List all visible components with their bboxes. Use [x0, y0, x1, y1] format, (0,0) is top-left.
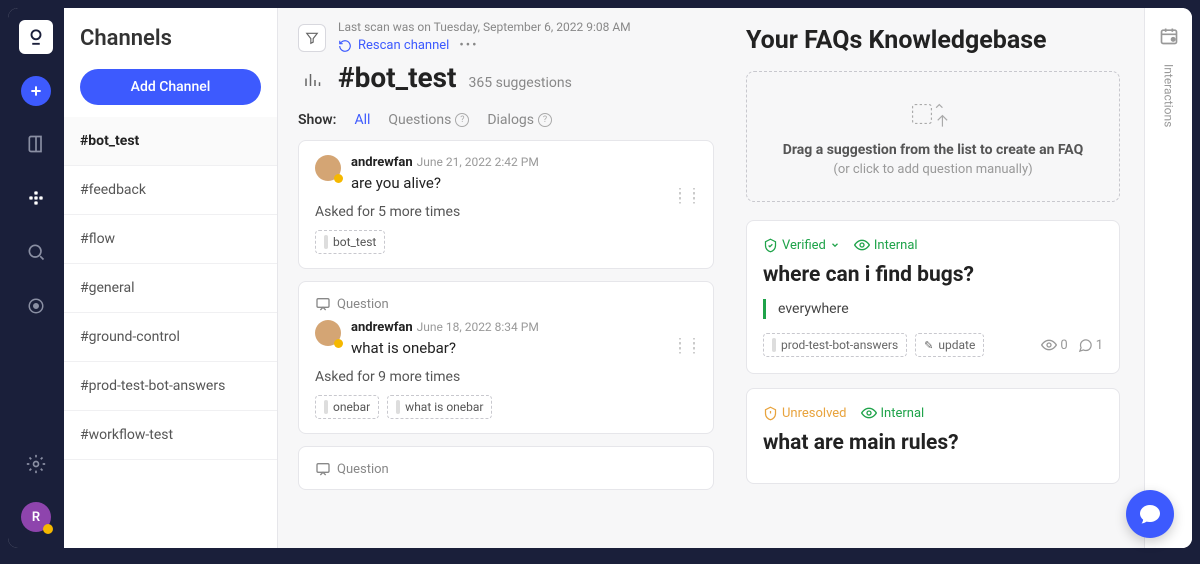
- user-avatar[interactable]: R: [21, 502, 51, 532]
- filter-row: Show: All Questions? Dialogs?: [298, 112, 714, 128]
- faq-channel-chip[interactable]: prod-test-bot-answers: [763, 333, 907, 357]
- add-channel-button[interactable]: Add Channel: [80, 69, 261, 105]
- add-icon[interactable]: [21, 76, 51, 106]
- asked-count: Asked for 5 more times: [315, 204, 697, 220]
- author-avatar: [315, 155, 341, 181]
- channel-item-prod-test[interactable]: #prod-test-bot-answers: [64, 362, 277, 411]
- internal-badge: Internal: [854, 237, 918, 253]
- card-type-label: Question: [315, 296, 697, 312]
- dropzone-icon: [765, 96, 1101, 132]
- calendar-icon[interactable]: [1159, 26, 1179, 46]
- post-message: what is onebar?: [351, 339, 697, 357]
- faq-card[interactable]: Verified Internal where can i find bugs?…: [746, 220, 1120, 374]
- rescan-link[interactable]: Rescan channel •••: [338, 38, 714, 53]
- suggestion-count: 365 suggestions: [469, 75, 572, 91]
- browser-icon[interactable]: [20, 290, 52, 322]
- book-icon[interactable]: [20, 128, 52, 160]
- author-name: andrewfan: [351, 155, 413, 170]
- chat-fab[interactable]: [1126, 490, 1174, 538]
- tag-chip[interactable]: bot_test: [315, 230, 385, 254]
- suggestion-card[interactable]: Question: [298, 446, 714, 490]
- post-timestamp: June 21, 2022 2:42 PM: [417, 155, 539, 169]
- filter-dialogs[interactable]: Dialogs?: [487, 112, 552, 128]
- channel-item-general[interactable]: #general: [64, 264, 277, 313]
- slack-icon[interactable]: [20, 182, 52, 214]
- dropzone-text: Drag a suggestion from the list to creat…: [765, 142, 1101, 158]
- filter-all[interactable]: All: [354, 112, 370, 128]
- suggestion-card[interactable]: Question andrewfanJune 18, 2022 8:34 PM …: [298, 281, 714, 434]
- channel-item-flow[interactable]: #flow: [64, 215, 277, 264]
- channel-title: #bot_test: [338, 61, 457, 94]
- tag-chip[interactable]: onebar: [315, 395, 379, 419]
- filter-questions[interactable]: Questions?: [388, 112, 469, 128]
- interactions-tab[interactable]: Interactions: [1162, 64, 1176, 127]
- sidebar-title: Channels: [80, 26, 261, 51]
- filter-button[interactable]: [298, 24, 326, 52]
- faq-card[interactable]: Unresolved Internal what are main rules?: [746, 388, 1120, 484]
- faq-answer: everywhere: [763, 299, 1103, 319]
- comments-stat: 1: [1078, 338, 1103, 353]
- faq-dropzone[interactable]: Drag a suggestion from the list to creat…: [746, 71, 1120, 202]
- channel-item-feedback[interactable]: #feedback: [64, 166, 277, 215]
- stats-button[interactable]: [298, 66, 326, 94]
- tag-chip[interactable]: what is onebar: [387, 395, 492, 419]
- search-icon[interactable]: [20, 236, 52, 268]
- channel-item-ground-control[interactable]: #ground-control: [64, 313, 277, 362]
- views-stat: 0: [1041, 337, 1067, 353]
- channel-item-bot-test[interactable]: #bot_test: [64, 117, 277, 166]
- verified-badge[interactable]: Verified: [763, 238, 840, 253]
- rescan-label: Rescan channel: [358, 38, 449, 53]
- internal-badge: Internal: [861, 405, 925, 421]
- post-timestamp: June 18, 2022 8:34 PM: [417, 320, 539, 334]
- suggestion-card[interactable]: andrewfan June 21, 2022 2:42 PM are you a…: [298, 140, 714, 269]
- author-name: andrewfan: [351, 320, 413, 335]
- right-rail: Interactions: [1144, 8, 1192, 548]
- channels-sidebar: Channels Add Channel #bot_test #feedback…: [64, 8, 278, 548]
- dropzone-subtext: (or click to add question manually): [765, 162, 1101, 177]
- suggestions-panel: Last scan was on Tuesday, September 6, 2…: [278, 8, 734, 548]
- post-message: are you alive?: [351, 174, 697, 192]
- author-avatar: [315, 320, 341, 346]
- unresolved-badge[interactable]: Unresolved: [763, 406, 847, 421]
- drag-handle-icon[interactable]: ⋮⋮⋮⋮: [673, 192, 701, 200]
- drag-handle-icon[interactable]: ⋮⋮⋮⋮: [673, 342, 701, 350]
- show-label: Show:: [298, 112, 336, 128]
- channel-item-workflow-test[interactable]: #workflow-test: [64, 411, 277, 460]
- faq-question: where can i find bugs?: [763, 263, 1103, 287]
- more-icon[interactable]: •••: [459, 38, 478, 53]
- faq-update-chip[interactable]: update: [915, 333, 984, 357]
- kb-title: Your FAQs Knowledgebase: [746, 26, 1120, 55]
- card-type-label: Question: [315, 461, 697, 477]
- asked-count: Asked for 9 more times: [315, 369, 697, 385]
- app-logo-icon[interactable]: [19, 20, 53, 54]
- left-rail: R: [8, 8, 64, 548]
- faq-question: what are main rules?: [763, 431, 1103, 455]
- knowledgebase-panel: Your FAQs Knowledgebase Drag a suggestio…: [734, 8, 1144, 548]
- last-scan-text: Last scan was on Tuesday, September 6, 2…: [338, 20, 714, 34]
- settings-icon[interactable]: [20, 448, 52, 480]
